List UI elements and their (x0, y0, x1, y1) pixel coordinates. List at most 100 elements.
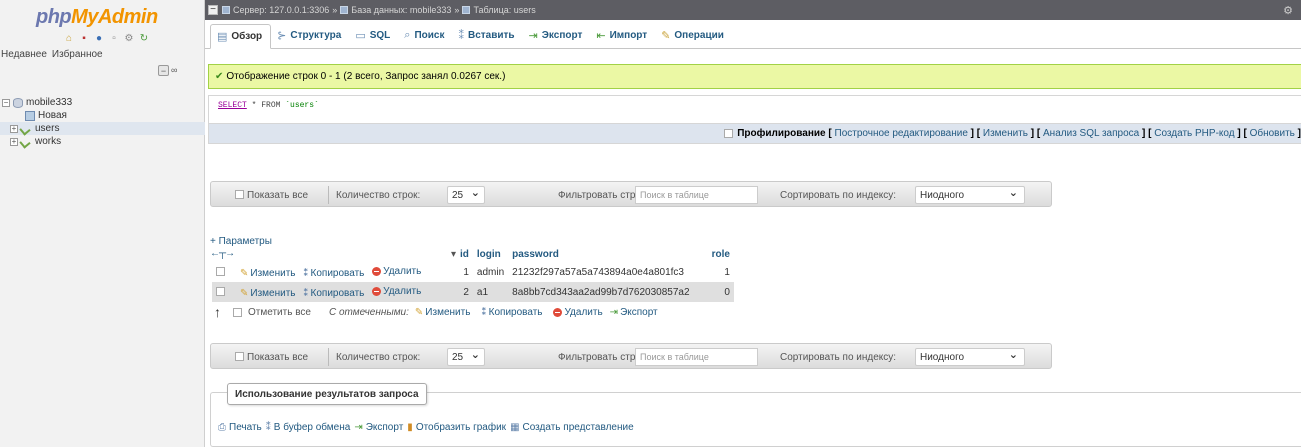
structure-icon: ⊱ (277, 30, 287, 42)
tab-import[interactable]: ⇤ Импорт (590, 23, 655, 48)
favorites-tab[interactable]: Избранное (52, 49, 103, 60)
breadcrumb-bar: − Сервер: 127.0.0.1:3306 » База данных: … (205, 0, 1301, 20)
copy-icon: ⁑ (303, 287, 309, 299)
tab-export[interactable]: ⇥ Экспорт (523, 23, 591, 48)
print-icon: ⎙ (218, 422, 226, 433)
settings-icon[interactable]: ⚙ (123, 33, 135, 45)
home-icon[interactable]: ⌂ (63, 33, 75, 45)
column-header-role[interactable]: role (694, 247, 734, 262)
collapse-nav-icon[interactable]: − (208, 5, 218, 15)
create-php-code-link[interactable]: Создать PHP-код (1154, 128, 1234, 139)
explain-sql-link[interactable]: Анализ SQL запроса (1043, 128, 1139, 139)
reload-icon[interactable]: ↻ (138, 33, 150, 45)
print-link[interactable]: ⎙ Печать (218, 422, 262, 433)
docs-icon[interactable]: ▫ (108, 33, 120, 45)
expand-icon[interactable]: + (10, 137, 18, 146)
bulk-copy-button[interactable]: ⁑ Копировать (481, 307, 542, 318)
tab-operations[interactable]: ✎ Операции (655, 23, 732, 48)
tab-structure[interactable]: ⊱ Структура (271, 23, 349, 48)
copy-row-button[interactable]: ⁑ Копировать (303, 288, 364, 299)
sort-by-index-select[interactable]: Ниодного (915, 186, 1025, 204)
edit-query-link[interactable]: Изменить (983, 128, 1028, 139)
table-name[interactable]: users (35, 123, 59, 134)
phpmyadmin-logo[interactable]: phpMyAdmin (36, 6, 158, 29)
delete-row-button[interactable]: Удалить (372, 286, 421, 297)
table-name[interactable]: works (35, 136, 61, 147)
arrow-up-icon: ↑ (214, 304, 221, 320)
profiling-checkbox[interactable] (724, 129, 734, 138)
tab-search[interactable]: ⌕ Поиск (398, 23, 452, 48)
show-all-checkbox[interactable] (235, 190, 244, 199)
success-message: ✔ Отображение строк 0 - 1 (2 всего, Запр… (208, 64, 1301, 89)
export-link[interactable]: ⇥ Экспорт (354, 422, 403, 433)
show-all-checkbox[interactable] (235, 352, 244, 361)
bulk-export-button[interactable]: ⇥ Экспорт (610, 307, 658, 318)
view-icon: ▦ (510, 422, 520, 433)
row-checkbox[interactable] (216, 267, 225, 277)
cell-role[interactable]: 1 (693, 262, 734, 282)
sql-select-keyword[interactable]: SELECT (218, 101, 247, 110)
sort-toggle-icon[interactable]: ▾ (236, 247, 456, 262)
check-all-checkbox[interactable] (233, 307, 242, 317)
database-name[interactable]: mobile333 (26, 97, 72, 108)
new-table-link[interactable]: Новая (38, 110, 67, 121)
breadcrumb-server[interactable]: Сервер: 127.0.0.1:3306 » (222, 5, 337, 15)
column-header-id[interactable]: id (456, 247, 473, 262)
cell-id[interactable]: 2 (456, 282, 473, 302)
sort-by-index-select[interactable]: Ниодного (915, 348, 1025, 366)
navigation-panel: phpMyAdmin ⌂ ▪ ● ▫ ⚙ ↻ Недавнее Избранно… (0, 0, 205, 447)
new-table-icon (25, 110, 35, 121)
options-toggle-link[interactable]: + Параметры (210, 236, 272, 247)
help-icon[interactable]: ● (93, 33, 105, 45)
edit-row-button[interactable]: ✎ Изменить (240, 288, 296, 299)
tab-insert[interactable]: ⁑ Вставить (452, 23, 522, 48)
expand-icon[interactable]: + (10, 124, 18, 133)
delete-icon (372, 286, 382, 296)
column-header-password[interactable]: password (508, 247, 693, 262)
create-view-link[interactable]: ▦ Создать представление (510, 422, 634, 433)
delete-icon (372, 266, 382, 276)
database-icon (340, 6, 349, 14)
table-icon (21, 137, 32, 146)
breadcrumb-database[interactable]: База данных: mobile333 » (340, 5, 459, 15)
delete-icon (553, 307, 563, 317)
edit-row-button[interactable]: ✎ Изменить (240, 268, 296, 279)
row-count-select[interactable]: 25 (447, 348, 485, 366)
cell-login[interactable]: a1 (472, 282, 509, 302)
cell-id[interactable]: 1 (456, 262, 473, 282)
display-chart-link[interactable]: ▮ Отобразить график (407, 422, 506, 433)
with-selected-bar: ↑ Отметить все С отмеченными: ✎ Изменить … (214, 304, 658, 320)
refresh-link[interactable]: Обновить (1250, 128, 1295, 139)
copy-row-button[interactable]: ⁑ Копировать (303, 268, 364, 279)
collapse-all-icon[interactable]: − (158, 65, 169, 76)
cell-role[interactable]: 0 (693, 282, 734, 302)
breadcrumb-table[interactable]: Таблица: users (462, 5, 536, 15)
row-checkbox[interactable] (216, 287, 225, 297)
tree-item-works[interactable]: + works (0, 135, 205, 148)
exit-icon[interactable]: ▪ (78, 33, 90, 45)
settings-gear-icon[interactable]: ⚙ (1283, 4, 1293, 17)
inline-edit-link[interactable]: Построчное редактирование (835, 128, 968, 139)
link-icon[interactable]: ∞ (171, 65, 177, 76)
tree-item-users[interactable]: + users (0, 122, 205, 135)
cell-password[interactable]: 8a8bb7cd343aa2ad99b7d762030857a2 (508, 282, 694, 302)
bulk-delete-button[interactable]: Удалить (553, 307, 603, 318)
cell-password[interactable]: 21232f297a57a5a743894a0e4a801fc3 (508, 262, 694, 282)
collapse-icon[interactable]: − (2, 98, 10, 107)
filter-rows-input[interactable]: Поиск в таблице (635, 348, 758, 366)
recent-tab[interactable]: Недавнее (1, 49, 47, 60)
column-header-login[interactable]: login (473, 247, 508, 262)
filter-rows-input[interactable]: Поиск в таблице (635, 186, 758, 204)
tree-item-database[interactable]: − mobile333 (0, 96, 205, 109)
copy-icon: ⁑ (265, 422, 271, 433)
browse-icon: ▤ (217, 31, 228, 43)
check-all-label[interactable]: Отметить все (248, 307, 311, 318)
row-count-select[interactable]: 25 (447, 186, 485, 204)
tab-sql[interactable]: ▭ SQL (349, 23, 398, 48)
delete-row-button[interactable]: Удалить (372, 266, 421, 277)
copy-to-clipboard-link[interactable]: ⁑ В буфер обмена (266, 422, 351, 433)
tab-browse[interactable]: ▤ Обзор (210, 24, 272, 49)
bulk-edit-button[interactable]: ✎ Изменить (415, 307, 471, 318)
tree-item-new[interactable]: Новая (0, 109, 205, 122)
cell-login[interactable]: admin (472, 262, 509, 282)
